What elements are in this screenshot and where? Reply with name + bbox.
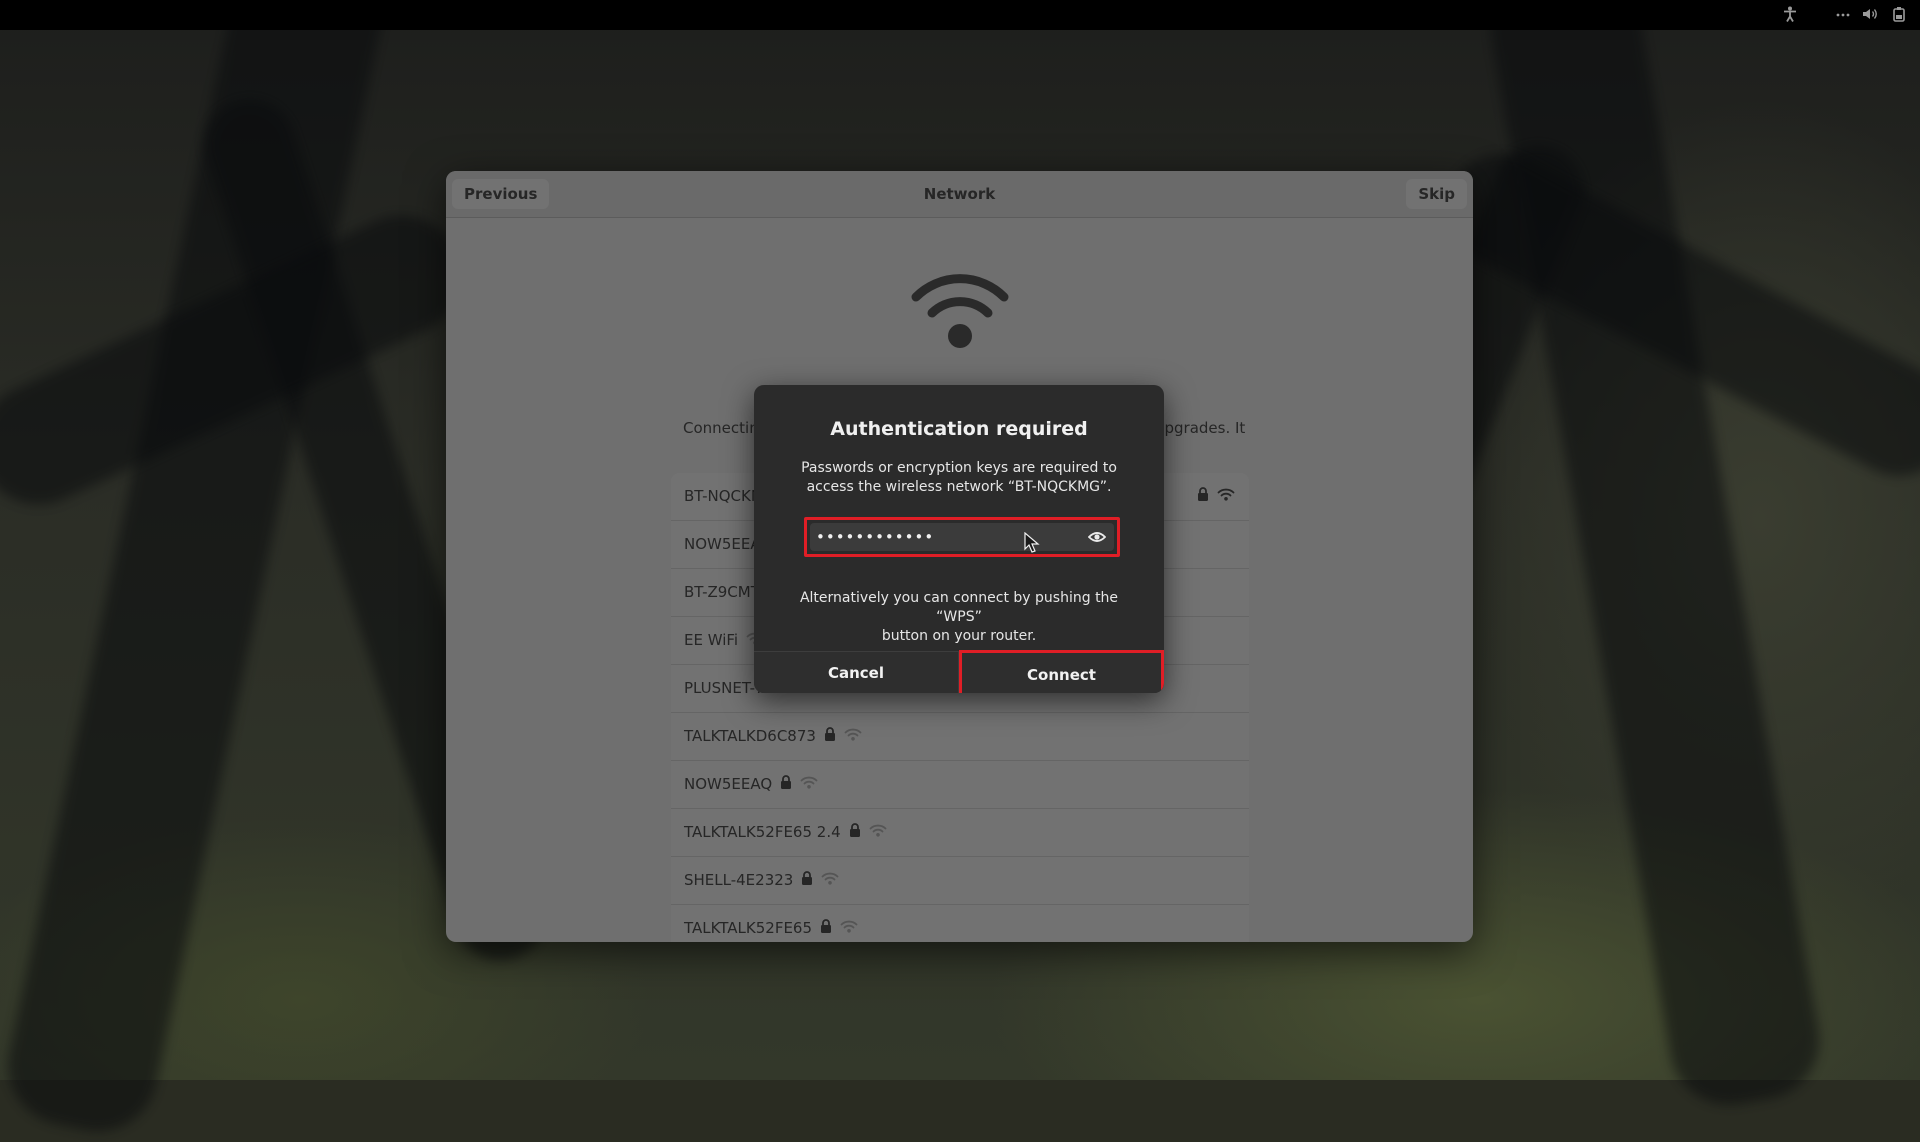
- network-row[interactable]: TALKTALK52FE65 2.4: [671, 809, 1249, 857]
- wps-hint: Alternatively you can connect by pushing…: [784, 589, 1134, 646]
- wifi-icon: [821, 857, 839, 904]
- network-name: PLUSNET-7: [684, 679, 765, 697]
- network-icon[interactable]: [1834, 6, 1852, 24]
- network-status: [1189, 473, 1235, 520]
- wifi-icon: [844, 713, 862, 760]
- authentication-dialog: Authentication required Passwords or enc…: [754, 385, 1164, 693]
- lock-icon: [801, 857, 813, 904]
- network-name: NOW5EEAQ: [684, 775, 773, 793]
- top-bar: [0, 0, 1920, 30]
- network-row[interactable]: TALKTALKD6C873: [671, 713, 1249, 761]
- wifi-icon: [869, 809, 887, 856]
- power-icon[interactable]: [1890, 6, 1908, 24]
- wifi-icon: [840, 905, 858, 942]
- network-status: [793, 871, 839, 889]
- network-name: NOW5EEA: [684, 535, 761, 553]
- lock-icon: [1197, 473, 1209, 520]
- wifi-strong-icon: [1217, 473, 1235, 520]
- dialog-message-line: Passwords or encryption keys are require…: [801, 460, 1117, 476]
- lock-icon: [820, 905, 832, 942]
- network-status: [812, 919, 858, 937]
- network-name: TALKTALK52FE65: [684, 919, 813, 937]
- connect-button[interactable]: Connect: [959, 650, 1164, 693]
- network-status: [816, 727, 862, 745]
- wifi-icon: [800, 761, 818, 808]
- dialog-button-bar: Cancel Connect: [754, 650, 1164, 693]
- intro-text-right: upgrades. It: [1155, 419, 1246, 437]
- lock-icon: [824, 713, 836, 760]
- network-name: BT-Z9CMT: [684, 583, 760, 601]
- network-row[interactable]: NOW5EEAQ: [671, 761, 1249, 809]
- dialog-title: Authentication required: [830, 418, 1088, 440]
- wifi-large-icon: [911, 274, 1009, 348]
- network-status: [772, 775, 818, 793]
- header-bar: Previous Network Skip: [446, 171, 1473, 218]
- skip-button[interactable]: Skip: [1406, 179, 1467, 209]
- lock-icon: [849, 809, 861, 856]
- network-name: TALKTALK52FE65 2.4: [684, 823, 841, 841]
- wps-hint-line: Alternatively you can connect by pushing…: [799, 590, 1119, 625]
- dialog-message-line: access the wireless network “BT-NQCKMG”.: [806, 479, 1112, 495]
- window-title: Network: [923, 185, 996, 203]
- password-field-highlight: [804, 517, 1120, 557]
- network-row[interactable]: TALKTALK52FE65: [671, 905, 1249, 942]
- network-status: [841, 823, 887, 841]
- tree-trunk-shape: [0, 0, 394, 1142]
- network-name: EE WiFi: [684, 631, 739, 649]
- cancel-button[interactable]: Cancel: [754, 652, 959, 693]
- network-name: TALKTALKD6C873: [684, 727, 816, 745]
- show-password-icon[interactable]: [1080, 523, 1114, 551]
- network-name: BT-NQCKN: [684, 487, 763, 505]
- accessibility-icon[interactable]: [1781, 6, 1799, 24]
- volume-icon[interactable]: [1860, 6, 1880, 24]
- dialog-message: Passwords or encryption keys are require…: [784, 459, 1134, 497]
- wps-hint-line: button on your router.: [881, 628, 1037, 644]
- lock-icon: [780, 761, 792, 808]
- mouse-pointer-icon: [1024, 532, 1040, 553]
- network-row[interactable]: SHELL-4E2323: [671, 857, 1249, 905]
- network-name: SHELL-4E2323: [684, 871, 794, 889]
